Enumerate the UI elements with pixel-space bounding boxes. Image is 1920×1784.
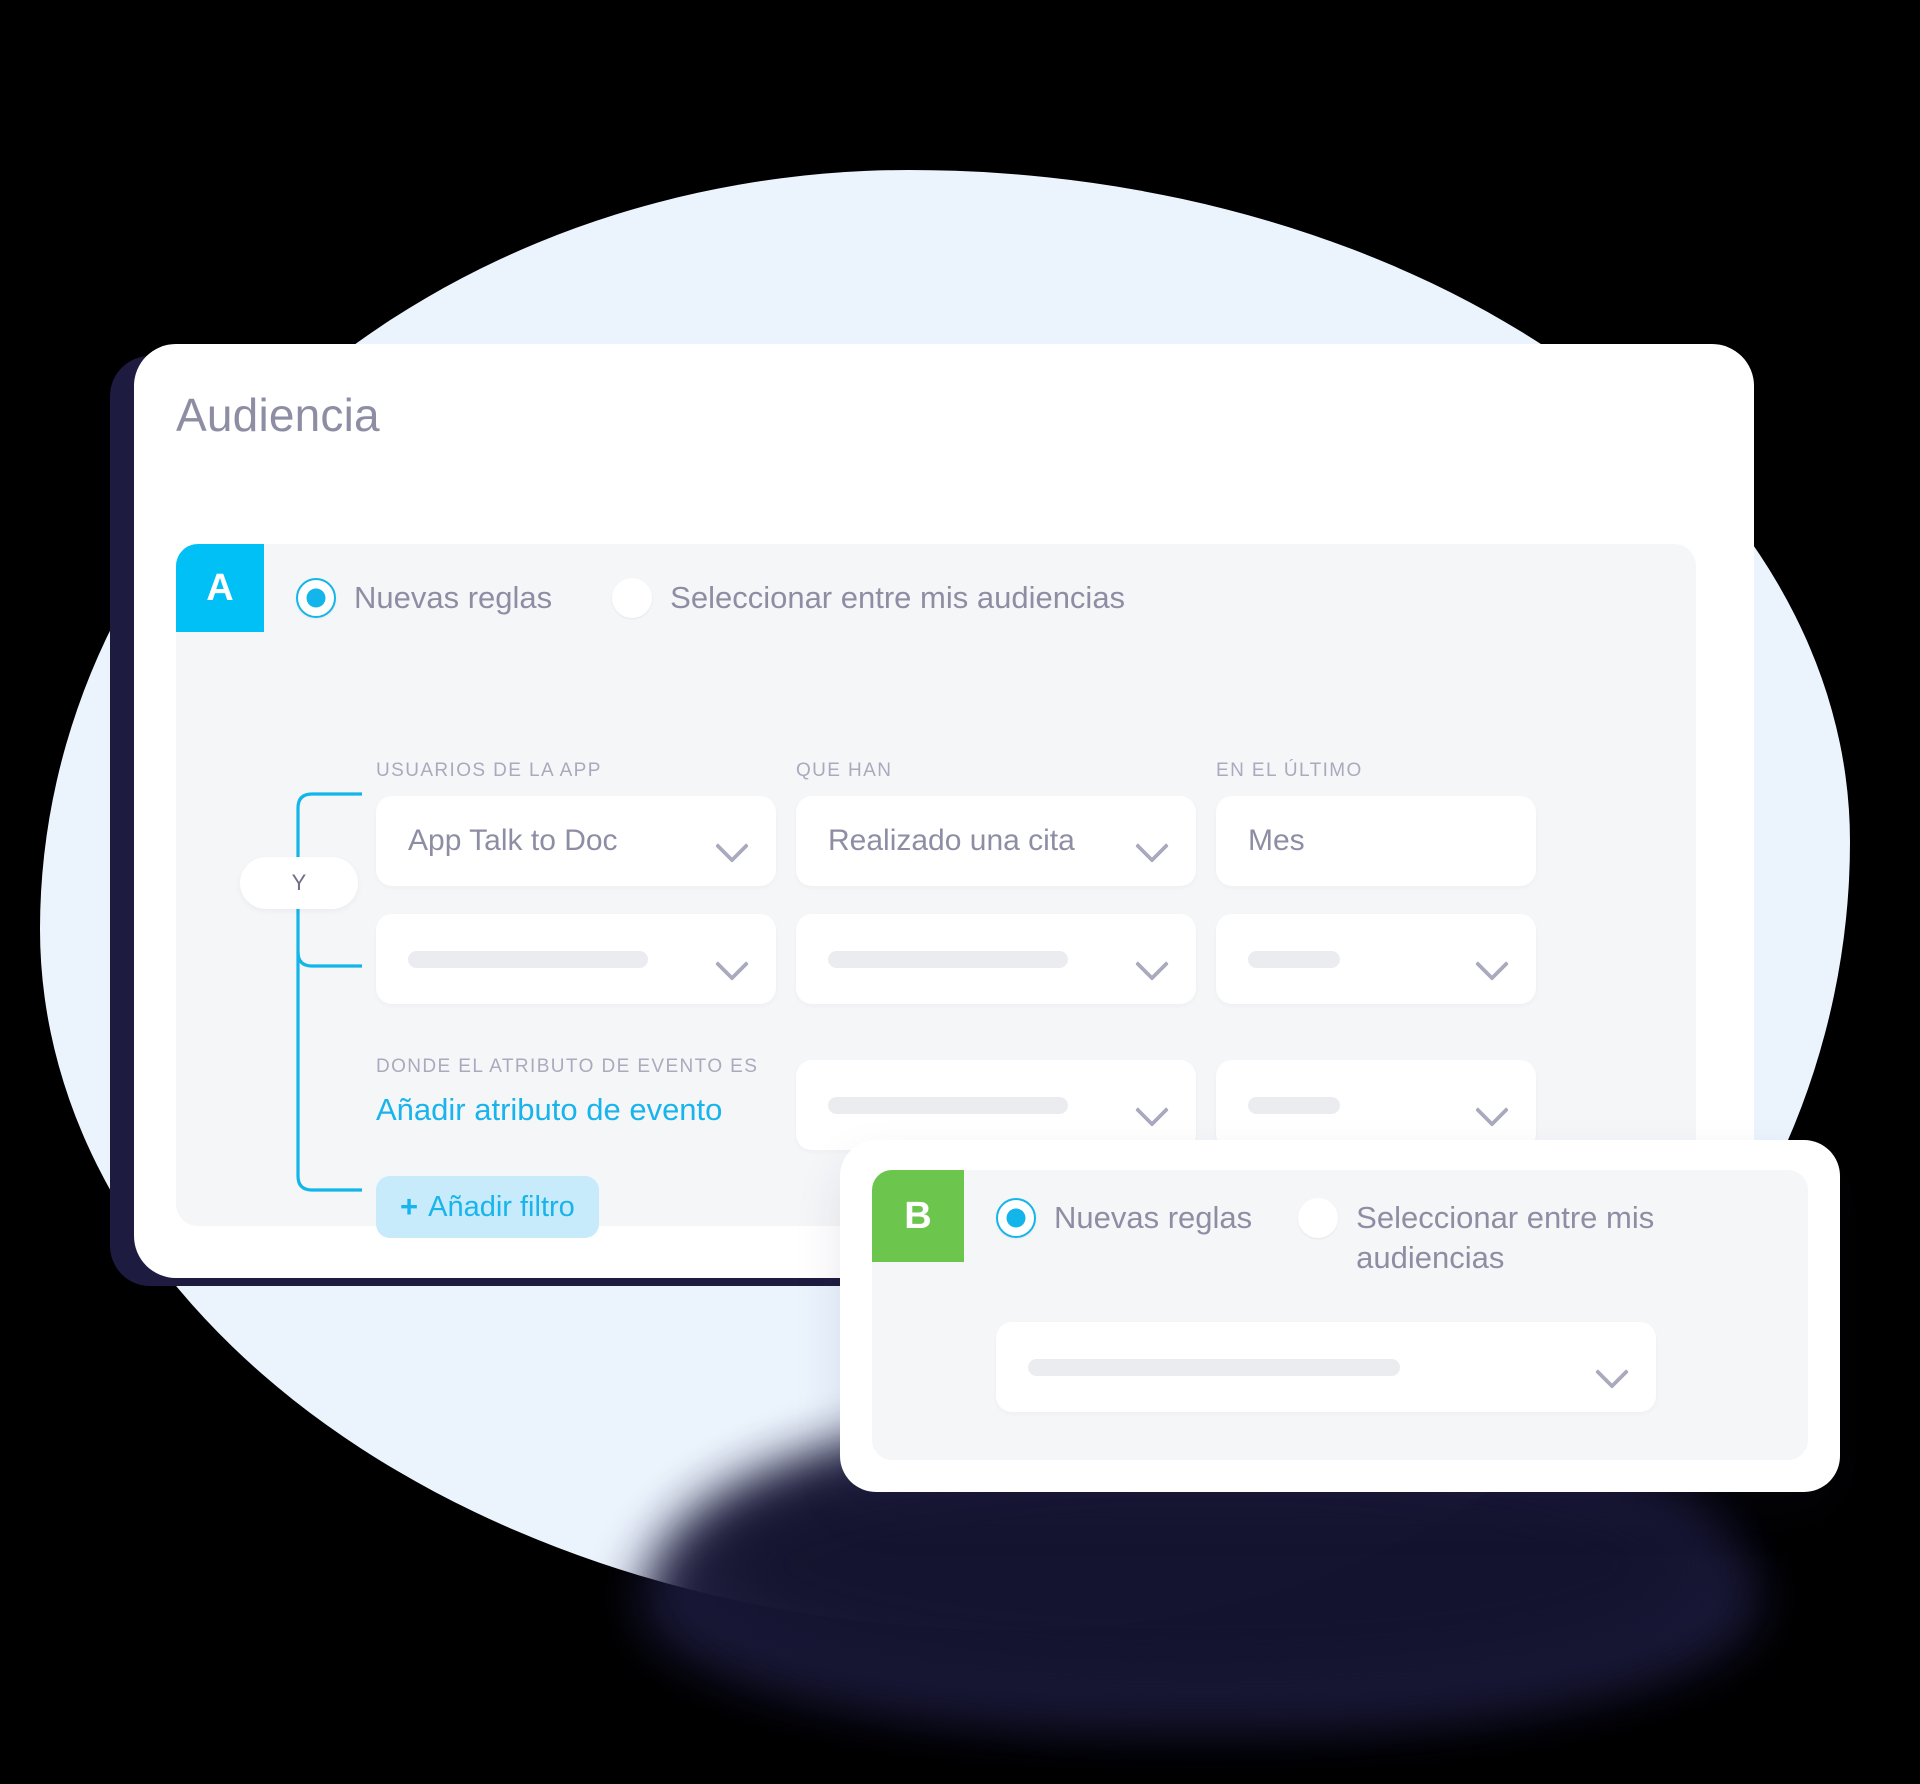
audience-card-b: B Nuevas reglas Seleccionar entre mis au… — [840, 1140, 1840, 1492]
placeholder-bar — [1248, 950, 1340, 968]
group-b-mode-radios: Nuevas reglas Seleccionar entre mis audi… — [996, 1184, 1656, 1277]
attribute-section-label: DONDE EL ATRIBUTO DE EVENTO ES — [376, 1056, 759, 1077]
radio-option-label: Nuevas reglas — [354, 580, 553, 615]
chevron-down-icon[interactable] — [1588, 1344, 1634, 1390]
select-period[interactable]: Mes — [1216, 796, 1536, 886]
add-event-attribute-link[interactable]: Añadir atributo de evento — [376, 1092, 722, 1128]
radio-option-nuevas-reglas-b[interactable]: Nuevas reglas — [996, 1184, 1252, 1238]
select-event[interactable]: Realizado una cita — [796, 796, 1196, 886]
chevron-down-icon[interactable] — [708, 936, 754, 982]
and-connector-lines — [296, 792, 362, 1192]
group-a-mode-radios: Nuevas reglas Seleccionar entre mis audi… — [296, 554, 1125, 642]
chevron-down-icon[interactable] — [1128, 1082, 1174, 1128]
add-filter-label: Añadir filtro — [428, 1190, 575, 1223]
chevron-down-icon[interactable] — [1468, 936, 1514, 982]
audience-group-a-panel: A Nuevas reglas Seleccionar entre mis au… — [176, 544, 1696, 1238]
column-label-usuarios: USUARIOS DE LA APP — [376, 760, 602, 781]
select-app[interactable]: App Talk to Doc — [376, 796, 776, 886]
select-period-value: Mes — [1248, 824, 1305, 857]
select-event-3-empty[interactable] — [796, 1060, 1196, 1150]
radio-option-label: Seleccionar entre mis audiencias — [670, 580, 1126, 615]
placeholder-bar — [1028, 1358, 1400, 1376]
plus-icon: + — [400, 1189, 419, 1224]
select-app-2-empty[interactable] — [376, 914, 776, 1004]
placeholder-bar — [828, 1096, 1068, 1114]
radio-option-label: Nuevas reglas — [1054, 1200, 1253, 1235]
radio-selected-icon[interactable] — [996, 1198, 1036, 1238]
chevron-down-icon[interactable] — [1128, 818, 1174, 864]
audience-card: Audiencia A Nuevas reglas Seleccionar en… — [134, 344, 1754, 1278]
placeholder-bar — [1248, 1096, 1340, 1114]
select-period-2-empty[interactable] — [1216, 914, 1536, 1004]
select-event-value: Realizado una cita — [828, 824, 1075, 857]
group-b-badge: B — [872, 1170, 964, 1262]
placeholder-bar — [828, 950, 1068, 968]
page-title: Audiencia — [176, 389, 380, 441]
chevron-down-icon[interactable] — [1468, 1082, 1514, 1128]
add-filter-button[interactable]: + Añadir filtro — [376, 1176, 599, 1238]
radio-selected-icon[interactable] — [296, 578, 336, 618]
and-operator-pill[interactable]: Y — [240, 857, 358, 909]
chevron-down-icon[interactable] — [708, 818, 754, 864]
audience-group-b-panel: B Nuevas reglas Seleccionar entre mis au… — [872, 1170, 1808, 1460]
radio-unselected-icon[interactable] — [1298, 1198, 1339, 1238]
radio-option-seleccionar-audiencias[interactable]: Seleccionar entre mis audiencias — [612, 578, 1125, 618]
column-label-enelultimo: EN EL ÚLTIMO — [1216, 760, 1363, 781]
placeholder-bar — [408, 950, 648, 968]
select-period-3-empty[interactable] — [1216, 1060, 1536, 1150]
group-a-badge: A — [176, 544, 264, 632]
column-label-quehan: QUE HAN — [796, 760, 893, 781]
select-event-2-empty[interactable] — [796, 914, 1196, 1004]
radio-option-label: Seleccionar entre mis audiencias — [1356, 1200, 1655, 1275]
chevron-down-icon[interactable] — [1128, 936, 1174, 982]
radio-option-seleccionar-audiencias-b[interactable]: Seleccionar entre mis audiencias — [1298, 1184, 1656, 1277]
select-audience-b-empty[interactable] — [996, 1322, 1656, 1412]
radio-unselected-icon[interactable] — [612, 578, 653, 618]
select-app-value: App Talk to Doc — [408, 824, 618, 857]
radio-option-nuevas-reglas[interactable]: Nuevas reglas — [296, 578, 552, 618]
